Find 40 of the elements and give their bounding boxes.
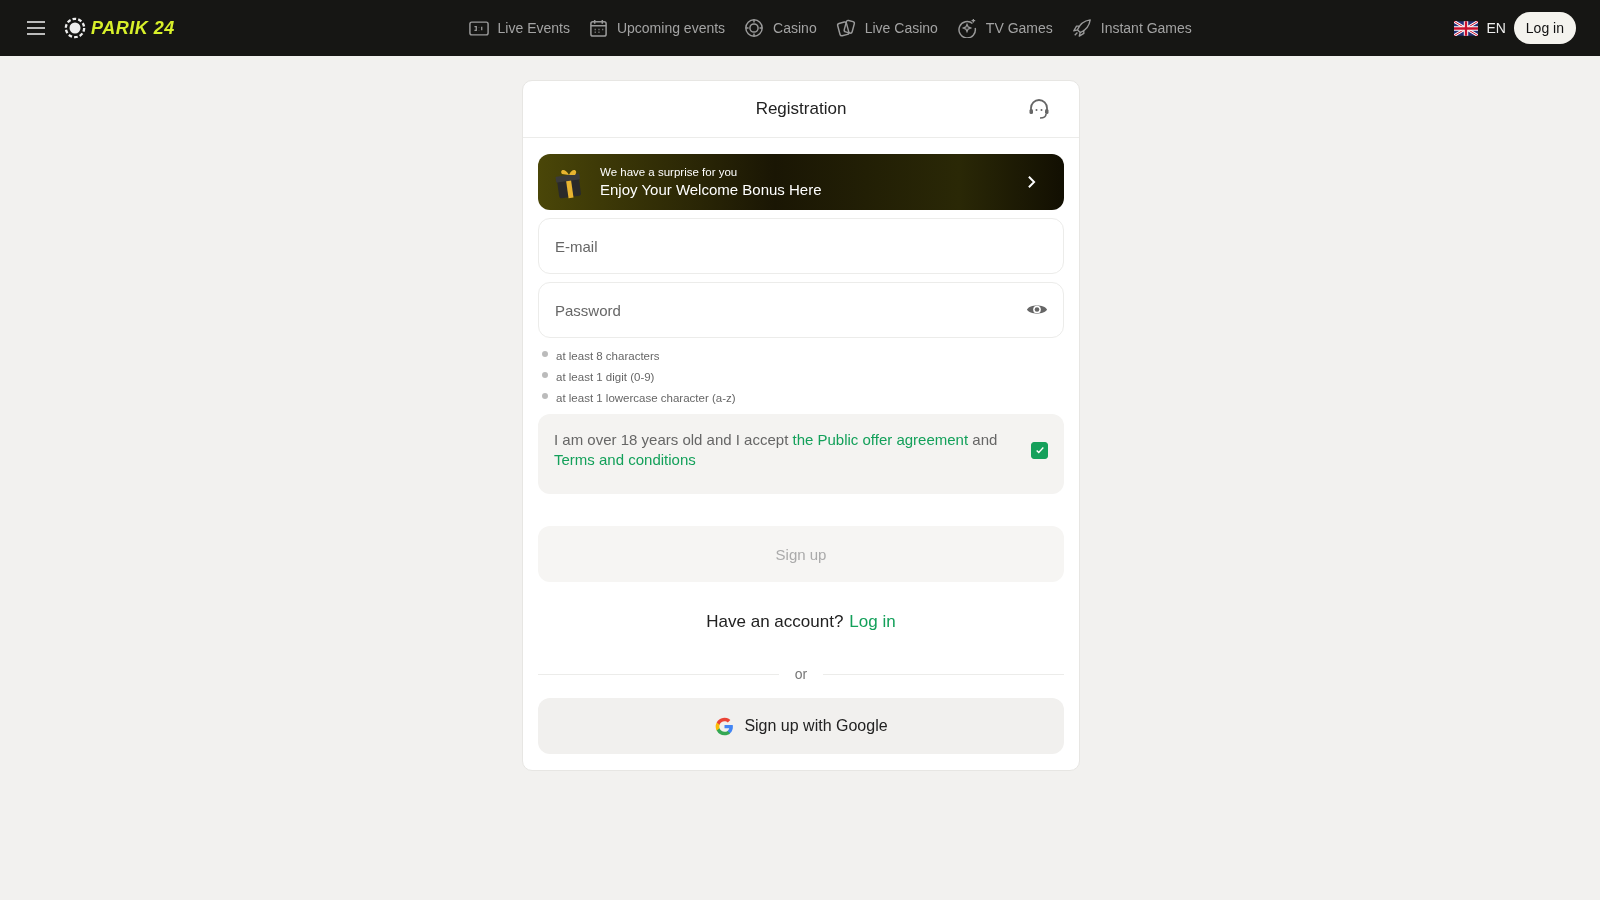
poker-chip-icon [64,17,86,39]
google-signup-button[interactable]: Sign up with Google [538,698,1064,754]
nav-link[interactable]: Live Events [468,18,570,38]
form-title: Registration [755,99,847,119]
sparkle-circle-icon [956,18,977,38]
logo-text[interactable]: PARIK 24 [91,17,175,39]
chip-icon [744,18,765,38]
banner-title: Enjoy Your Welcome Bonus Here [600,181,823,198]
rocket-icon [1071,18,1092,38]
checkmark-icon [1034,445,1045,455]
nav-link[interactable]: Upcoming events [588,18,726,38]
password-rule: at least 8 characters [556,350,660,362]
nav-link[interactable]: Instant Games [1071,18,1192,38]
email-field[interactable]: E-mail [538,218,1064,274]
password-field[interactable]: Password [538,282,1064,338]
password-rule: at least 1 digit (0-9) [556,371,655,383]
nav-link[interactable]: Casino [744,18,817,38]
cards-icon [835,18,856,38]
language-label[interactable]: EN [1486,20,1506,36]
bullet-icon [542,350,548,357]
support-headset-icon[interactable] [1027,97,1051,121]
uk-flag-icon [1454,20,1479,36]
divider-label: or [794,666,808,682]
password-rule: at least 1 lowercase character (a-z) [556,392,736,404]
nav-link[interactable]: TV Games [956,18,1053,38]
calendar-icon [588,18,608,38]
bonus-banner[interactable]: We have a surprise for you Enjoy Your Welcome Bonus Here [538,154,1064,210]
consent-text: I am over 18 years old and I accept the Public offer agreement and Terms and conditions [554,430,999,470]
account-question: Have an account? [706,612,844,632]
menu-icon[interactable] [26,20,46,36]
bullet-icon [542,371,548,378]
nav-link[interactable]: Live Casino [835,18,938,38]
scoreboard-icon [468,19,489,37]
consent-checkbox[interactable] [1031,441,1048,459]
chevron-right-icon [1027,175,1036,189]
bullet-icon [542,392,548,399]
eye-icon[interactable] [1026,302,1048,317]
google-icon [714,715,736,737]
banner-subtitle: We have a surprise for you [600,166,739,178]
login-button[interactable]: Log in [1513,12,1576,44]
